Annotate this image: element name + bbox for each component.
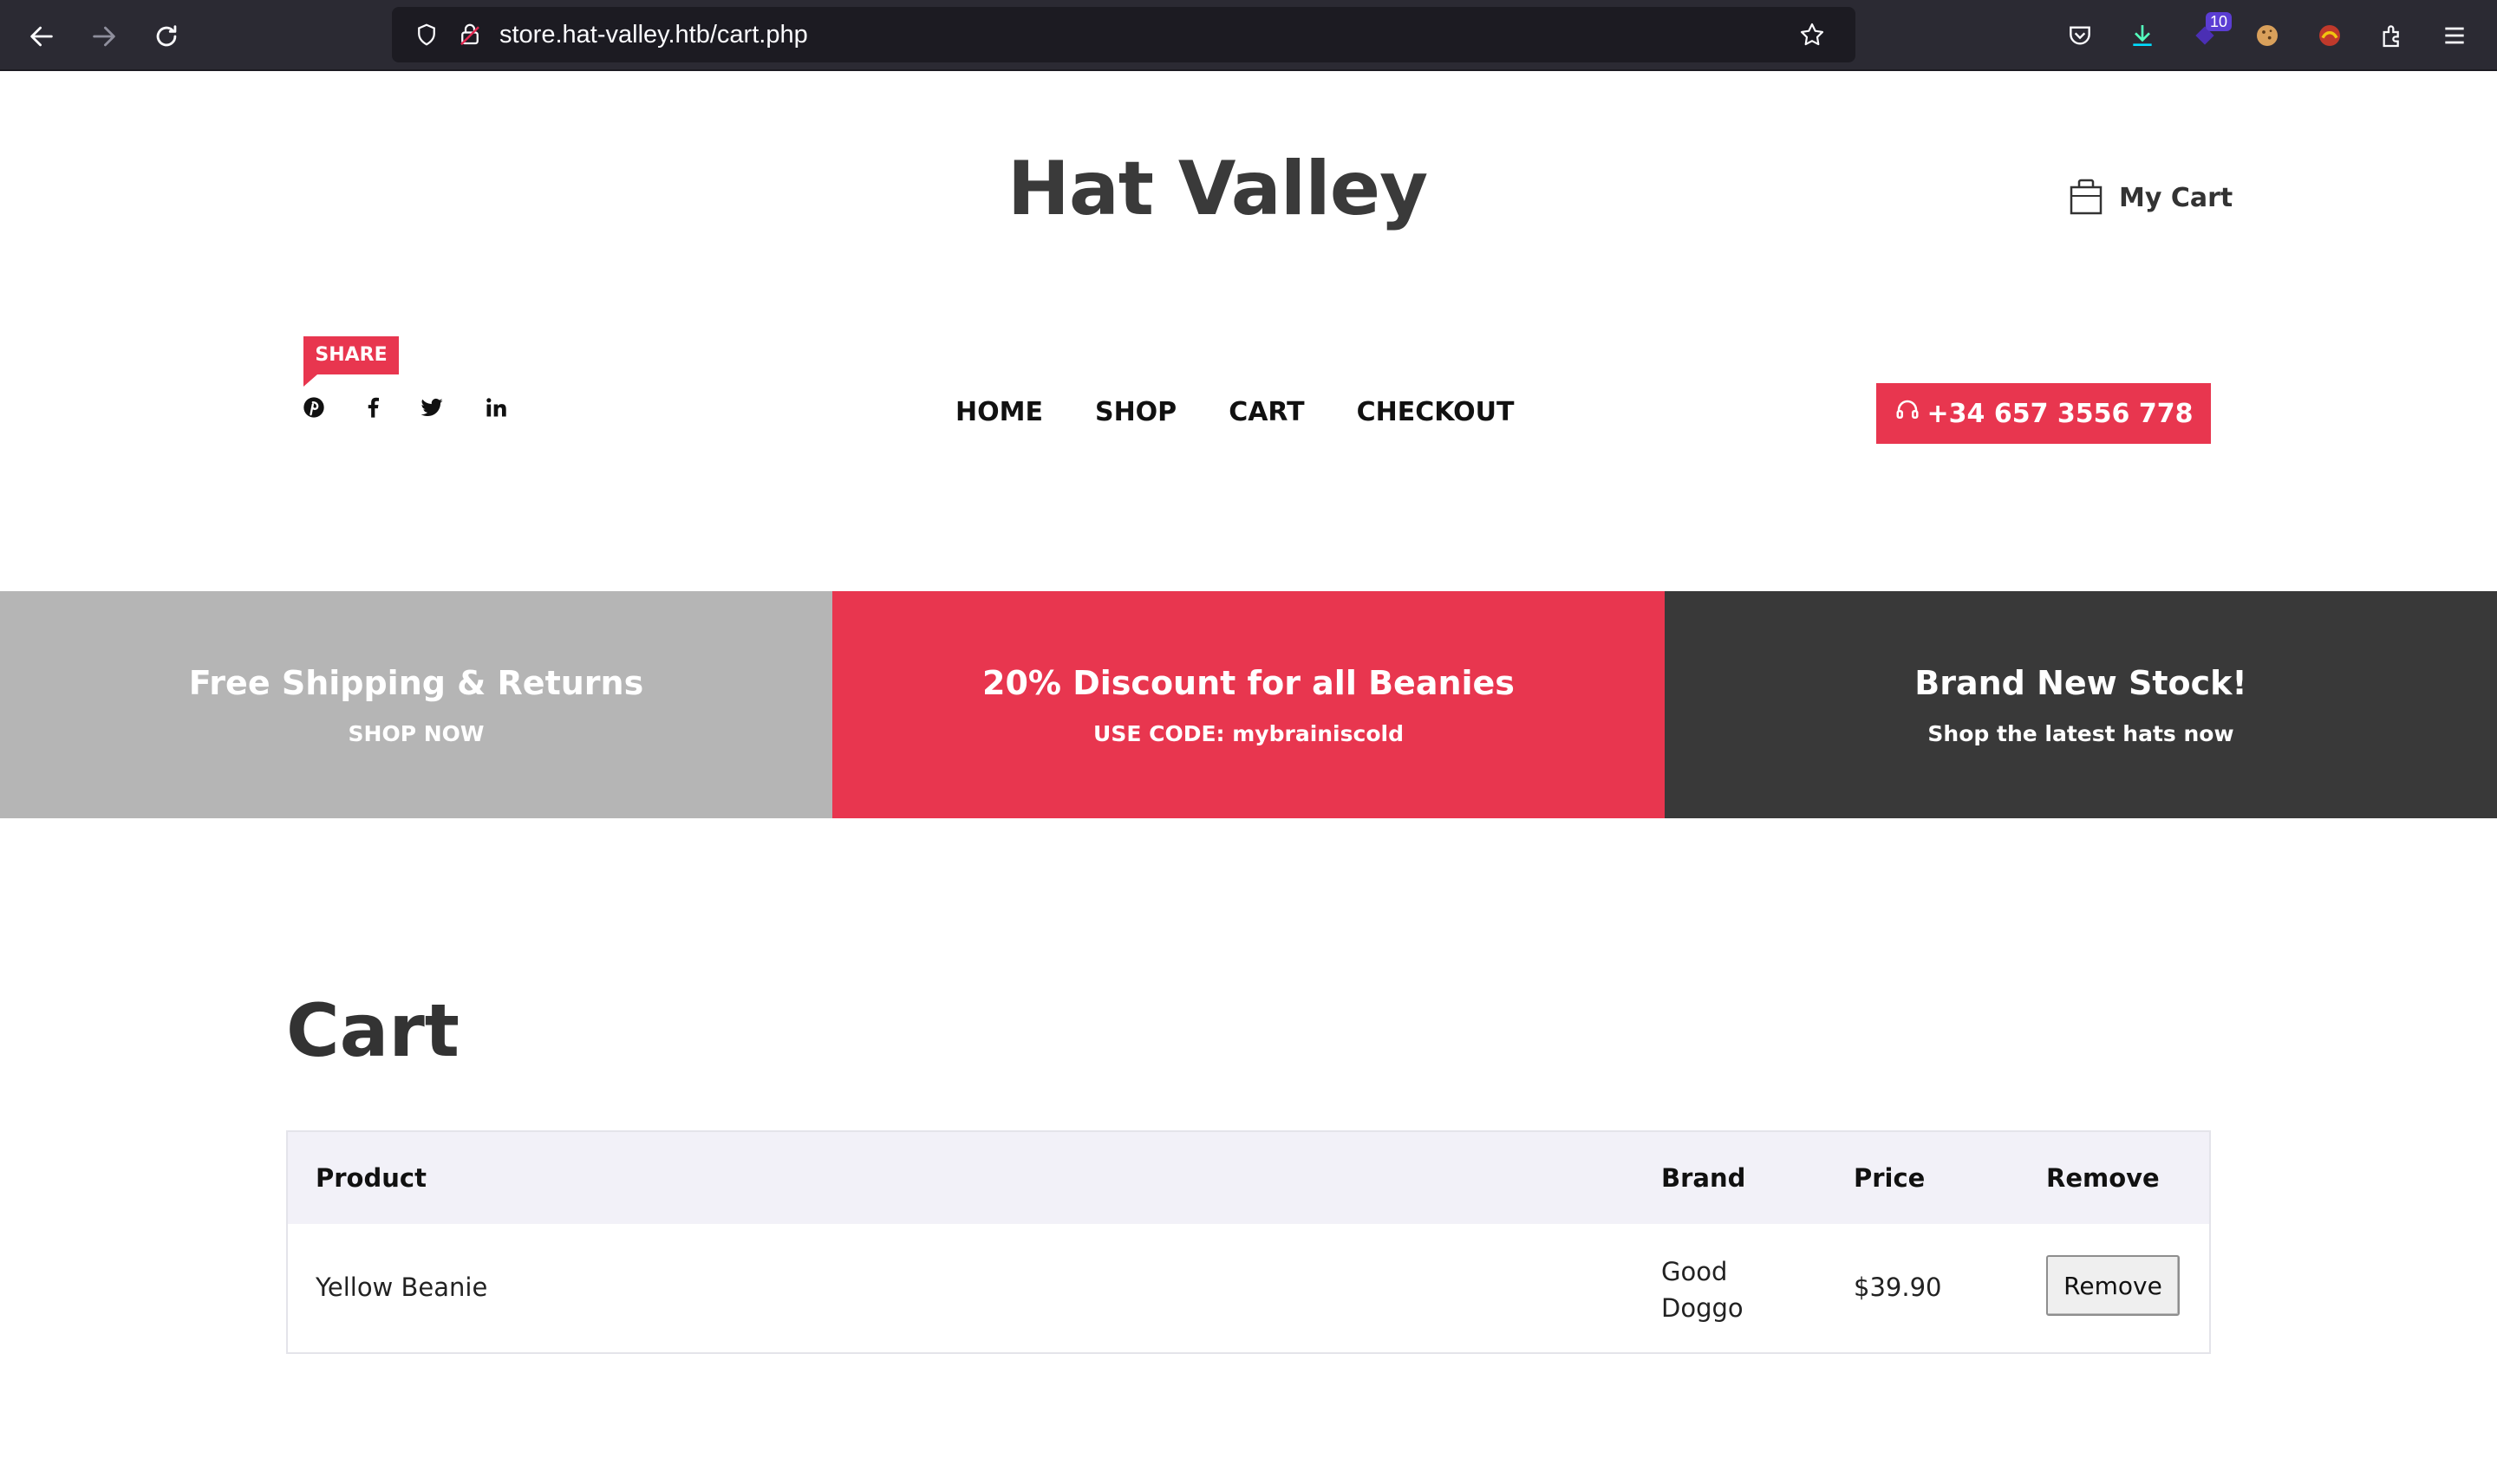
pocket-icon[interactable] [2060,16,2100,55]
pinterest-icon[interactable] [297,390,331,425]
table-header: Product Brand Price Remove [288,1132,2209,1224]
url-text[interactable]: store.hat-valley.htb/cart.php [499,7,808,62]
share-label: SHARE [303,336,399,374]
promo-new-stock[interactable]: Brand New Stock! Shop the latest hats no… [1665,591,2497,818]
linkedin-icon[interactable] [479,390,513,425]
extension-icon[interactable]: 10 [2185,12,2232,55]
phone-button[interactable]: +34 657 3556 778 [1876,383,2211,444]
reload-icon[interactable] [147,17,186,55]
twitter-icon[interactable] [414,390,449,425]
puzzle-icon[interactable] [2372,16,2412,55]
page-title: Cart [286,988,460,1073]
download-icon[interactable] [2122,16,2162,55]
promo-title: 20% Discount for all Beanies [982,663,1515,702]
my-cart-link[interactable]: My Cart [2069,177,2233,219]
extension-icon[interactable] [2310,16,2350,55]
promo-title: Free Shipping & Returns [188,663,644,702]
headset-icon [1894,397,1920,430]
promo-subtitle: USE CODE: mybrainiscold [1093,720,1404,746]
forward-arrow-icon[interactable] [85,17,123,55]
shopping-bag-icon [2069,177,2103,219]
promo-discount[interactable]: 20% Discount for all Beanies USE CODE: m… [832,591,1665,818]
promo-free-shipping[interactable]: Free Shipping & Returns SHOP NOW [0,591,832,818]
brand-line-1: Good [1661,1257,1728,1286]
column-header-brand: Brand [1661,1163,1746,1193]
column-header-product: Product [316,1163,427,1193]
menu-icon[interactable] [2435,16,2474,55]
main-nav: HOME SHOP CART CHECKOUT [955,397,1515,427]
back-arrow-icon[interactable] [23,17,61,55]
shield-icon[interactable] [407,16,446,54]
star-icon[interactable] [1793,16,1831,54]
product-name: Yellow Beanie [316,1272,488,1302]
promo-subtitle[interactable]: SHOP NOW [349,721,485,746]
cart-table: Product Brand Price Remove Yellow Beanie… [286,1130,2211,1354]
share-tag-tail [303,374,317,387]
nav-checkout[interactable]: CHECKOUT [1357,397,1515,427]
column-header-price: Price [1854,1163,1926,1193]
column-header-remove: Remove [2046,1163,2160,1193]
phone-number: +34 657 3556 778 [1927,398,2194,429]
url-bar[interactable]: store.hat-valley.htb/cart.php [392,7,1855,62]
brand-line-2: Doggo [1661,1293,1744,1323]
cookie-icon[interactable] [2247,16,2287,55]
browser-toolbar: store.hat-valley.htb/cart.php 10 [0,0,2497,71]
nav-cart[interactable]: CART [1229,397,1304,427]
nav-shop[interactable]: SHOP [1095,397,1177,427]
brand-name: Good Doggo [1661,1253,1744,1326]
lock-icon[interactable] [451,16,489,54]
facebook-icon[interactable] [355,390,390,425]
table-row: Yellow Beanie Good Doggo $39.90 Remove [288,1224,2209,1354]
promo-subtitle[interactable]: Shop the latest hats now [1927,721,2233,746]
nav-home[interactable]: HOME [955,397,1043,427]
product-price: $39.90 [1854,1272,1942,1302]
extension-badge: 10 [2205,12,2232,31]
remove-button[interactable]: Remove [2046,1255,2180,1316]
promo-title: Brand New Stock! [1914,663,2247,702]
my-cart-label: My Cart [2119,183,2233,213]
